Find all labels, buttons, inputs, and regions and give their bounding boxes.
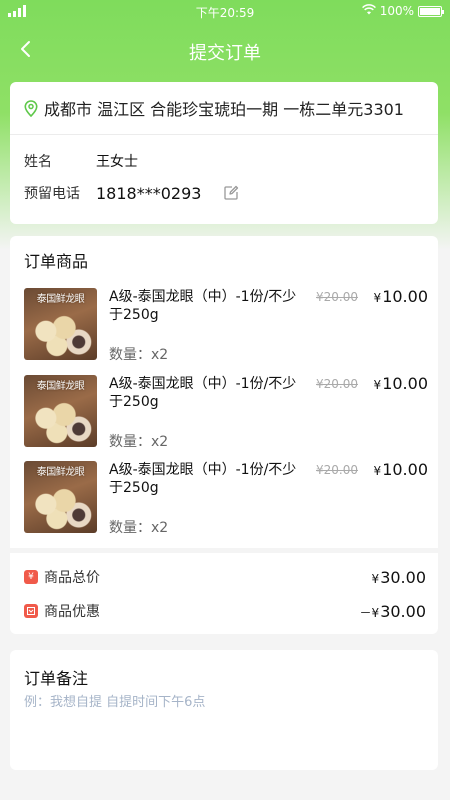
name-value: 王女士 [96,154,138,170]
total-price-row: ¥ 商品总价 ¥30.00 [24,567,426,587]
thumbnail-tag: 泰国鲜龙眼 [36,381,85,392]
location-pin-icon [24,99,38,117]
goods-name: A级-泰国龙眼（中）-1份/不少于250g [109,376,297,410]
goods-name: A级-泰国龙眼（中）-1份/不少于250g [109,462,297,496]
goods-original-price: ¥20.00 [316,377,358,391]
remark-section-title: 订单备注 [24,669,89,688]
price-summary-card: ¥ 商品总价 ¥30.00 商品优惠 －¥30.00 [10,553,438,634]
phone-row: 预留电话 1818***0293 [24,183,239,203]
nav-bar: 提交订单 [0,30,450,70]
page-title: 提交订单 [189,43,261,64]
total-price-value: ¥30.00 [371,567,426,587]
address-card: 成都市 温江区 合能珍宝琥珀一期 一栋二单元3301 姓名 王女士 预留电话 1… [10,82,438,224]
scalloped-edge [10,628,438,640]
goods-item[interactable]: 泰国鲜龙眼 A级-泰国龙眼（中）-1份/不少于250g ¥20.00 ¥10.0… [24,287,428,363]
goods-original-price: ¥20.00 [316,463,358,477]
remark-input[interactable] [24,691,424,751]
discount-row: 商品优惠 －¥30.00 [24,601,426,621]
goods-name: A级-泰国龙眼（中）-1份/不少于250g [109,289,297,323]
order-remark-card: 订单备注 [10,650,438,770]
goods-original-price: ¥20.00 [316,290,358,304]
discount-label: 商品优惠 [44,604,100,620]
yen-icon: ¥ [24,570,38,584]
battery-icon [418,5,444,17]
goods-item[interactable]: 泰国鲜龙眼 A级-泰国龙眼（中）-1份/不少于250g ¥20.00 ¥10.0… [24,374,428,450]
thumbnail-tag: 泰国鲜龙眼 [36,294,85,305]
goods-price: ¥10.00 [373,460,428,479]
status-bar: 下午20:59 100% [0,0,450,24]
goods-price: ¥10.00 [373,287,428,306]
edit-icon[interactable] [223,185,239,201]
battery-percent: 100% [379,4,414,18]
total-price-label: 商品总价 [44,570,100,586]
goods-item[interactable]: 泰国鲜龙眼 A级-泰国龙眼（中）-1份/不少于250g ¥20.00 ¥10.0… [24,460,428,536]
goods-quantity: 数量：x2 [109,520,169,536]
wifi-icon [361,4,376,18]
address-row[interactable]: 成都市 温江区 合能珍宝琥珀一期 一栋二单元3301 [24,96,404,120]
coupon-icon [24,604,38,618]
address-text: 成都市 温江区 合能珍宝琥珀一期 一栋二单元3301 [44,100,404,119]
goods-quantity: 数量：x2 [109,434,169,450]
order-goods-card: 订单商品 泰国鲜龙眼 A级-泰国龙眼（中）-1份/不少于250g ¥20.00 … [10,236,438,548]
product-thumbnail: 泰国鲜龙眼 [24,461,97,533]
divider [10,134,438,135]
product-thumbnail: 泰国鲜龙眼 [24,375,97,447]
thumbnail-tag: 泰国鲜龙眼 [36,467,85,478]
phone-label: 预留电话 [24,186,80,202]
goods-section-title: 订单商品 [24,252,89,271]
name-row: 姓名 王女士 [24,151,138,171]
phone-value: 1818***0293 [96,183,202,203]
goods-price: ¥10.00 [373,374,428,393]
product-thumbnail: 泰国鲜龙眼 [24,288,97,360]
goods-quantity: 数量：x2 [109,347,169,363]
name-label: 姓名 [24,154,52,170]
discount-value: －¥30.00 [359,601,426,621]
